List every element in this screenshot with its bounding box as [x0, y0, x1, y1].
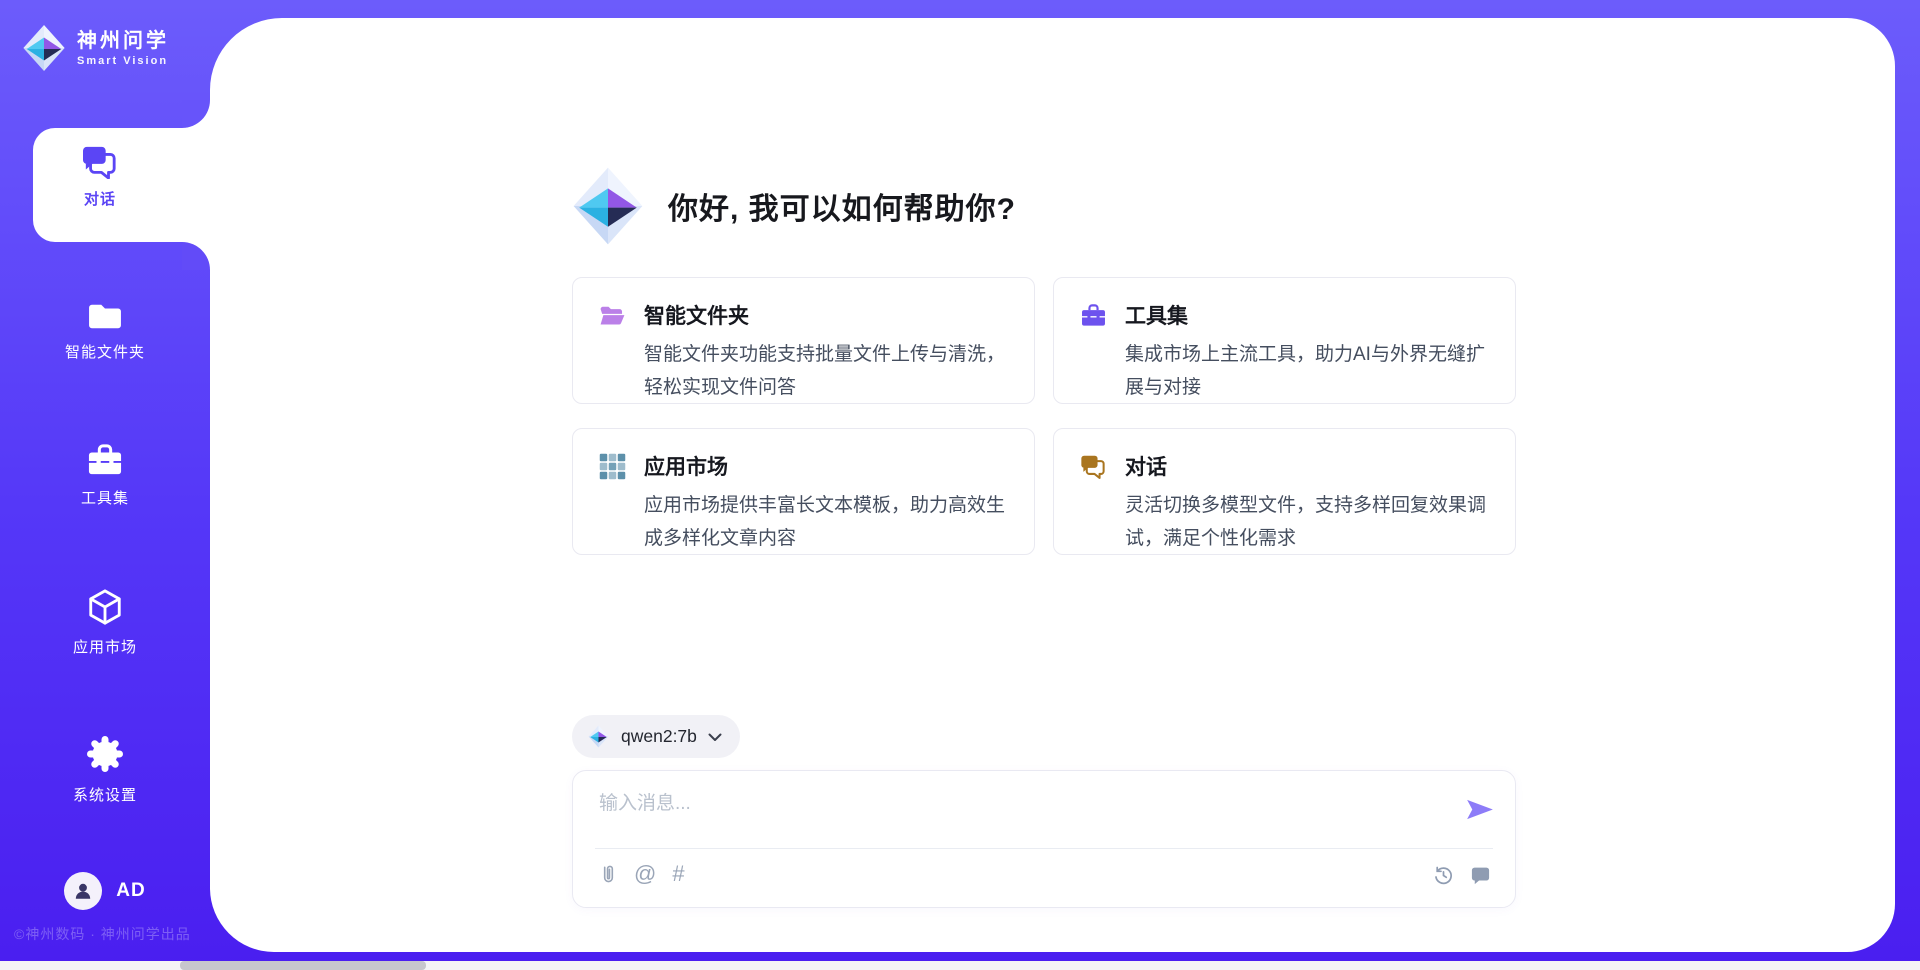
app-window: 神州问学 Smart Vision 对话 智能文件夹 工具集 应用市场 系统设置… — [0, 0, 1920, 970]
chat-bubbles-icon — [1080, 453, 1107, 480]
person-icon — [71, 879, 95, 903]
chat-bubbles-icon — [81, 145, 119, 179]
scrollbar-thumb[interactable] — [180, 961, 426, 970]
brand-diamond-icon — [20, 24, 68, 72]
sidebar-item-label: 智能文件夹 — [65, 341, 145, 362]
avatar — [64, 872, 102, 910]
user-account[interactable]: AD — [0, 872, 210, 910]
briefcase-icon — [1080, 302, 1107, 329]
card-description: 灵活切换多模型文件，支持多样回复效果调试，满足个性化需求 — [1125, 489, 1493, 555]
chat-bubble-icon[interactable] — [1470, 865, 1491, 886]
feature-card-chat[interactable]: 对话 灵活切换多模型文件，支持多样回复效果调试，满足个性化需求 — [1053, 428, 1516, 555]
sidebar-item-app-market[interactable]: 应用市场 — [0, 588, 210, 657]
sidebar-item-smart-folder[interactable]: 智能文件夹 — [0, 301, 210, 362]
tab-scoop-bottom — [182, 242, 210, 270]
sidebar-item-label: 工具集 — [81, 487, 129, 508]
gear-icon — [85, 734, 125, 774]
sidebar-item-label: 对话 — [84, 188, 116, 209]
card-title: 工具集 — [1125, 300, 1188, 330]
briefcase-icon — [86, 443, 124, 477]
feature-card-app-market[interactable]: 应用市场 应用市场提供丰富长文本模板，助力高效生成多样化文章内容 — [572, 428, 1035, 555]
greeting-text: 你好, 我可以如何帮助你? — [668, 184, 1016, 228]
card-description: 应用市场提供丰富长文本模板，助力高效生成多样化文章内容 — [644, 489, 1012, 555]
paperclip-icon[interactable] — [599, 863, 618, 885]
folder-open-icon — [599, 302, 626, 329]
brand-name: 神州问学 — [77, 29, 169, 53]
card-description: 智能文件夹功能支持批量文件上传与清洗，轻松实现文件问答 — [644, 338, 1012, 404]
user-name: AD — [116, 880, 145, 902]
topic-icon[interactable]: # — [672, 863, 684, 885]
horizontal-scrollbar — [0, 961, 1920, 970]
brand-diamond-icon — [587, 725, 610, 748]
brand-header: 神州问学 Smart Vision — [20, 24, 169, 72]
feature-card-smart-folder[interactable]: 智能文件夹 智能文件夹功能支持批量文件上传与清洗，轻松实现文件问答 — [572, 277, 1035, 404]
cube-icon — [86, 588, 124, 626]
brand-diamond-icon — [568, 165, 648, 247]
chevron-down-icon — [708, 733, 722, 742]
copyright-text: ©神州数码 · 神州问学出品 — [14, 924, 191, 944]
greeting: 你好, 我可以如何帮助你? — [568, 165, 1016, 247]
mention-icon[interactable]: @ — [634, 863, 656, 885]
sidebar-item-settings[interactable]: 系统设置 — [0, 734, 210, 805]
model-selector[interactable]: qwen2:7b — [572, 715, 740, 758]
feature-card-toolset[interactable]: 工具集 集成市场上主流工具，助力AI与外界无缝扩展与对接 — [1053, 277, 1516, 404]
card-description: 集成市场上主流工具，助力AI与外界无缝扩展与对接 — [1125, 338, 1493, 404]
main-content: 你好, 我可以如何帮助你? 智能文件夹 智能文件夹功能支持批量文件上传与清洗，轻… — [210, 18, 1895, 952]
send-icon[interactable] — [1465, 796, 1495, 823]
card-title: 智能文件夹 — [644, 300, 749, 330]
brand-subtitle: Smart Vision — [77, 55, 169, 67]
grid-icon — [599, 453, 626, 480]
feature-cards: 智能文件夹 智能文件夹功能支持批量文件上传与清洗，轻松实现文件问答 工具集 集成… — [572, 277, 1516, 555]
card-title: 对话 — [1125, 451, 1167, 481]
card-title: 应用市场 — [644, 451, 728, 481]
composer-divider — [595, 848, 1493, 849]
tab-scoop-top — [182, 100, 210, 128]
history-icon[interactable] — [1433, 865, 1454, 886]
message-input[interactable] — [597, 786, 1431, 844]
sidebar-item-toolset[interactable]: 工具集 — [0, 443, 210, 508]
message-composer: @ # — [572, 770, 1516, 908]
sidebar-item-chat[interactable]: 对话 — [33, 128, 210, 242]
sidebar-item-label: 应用市场 — [73, 636, 137, 657]
folder-icon — [87, 301, 123, 331]
sidebar-item-label: 系统设置 — [73, 784, 137, 805]
model-name: qwen2:7b — [621, 726, 697, 747]
